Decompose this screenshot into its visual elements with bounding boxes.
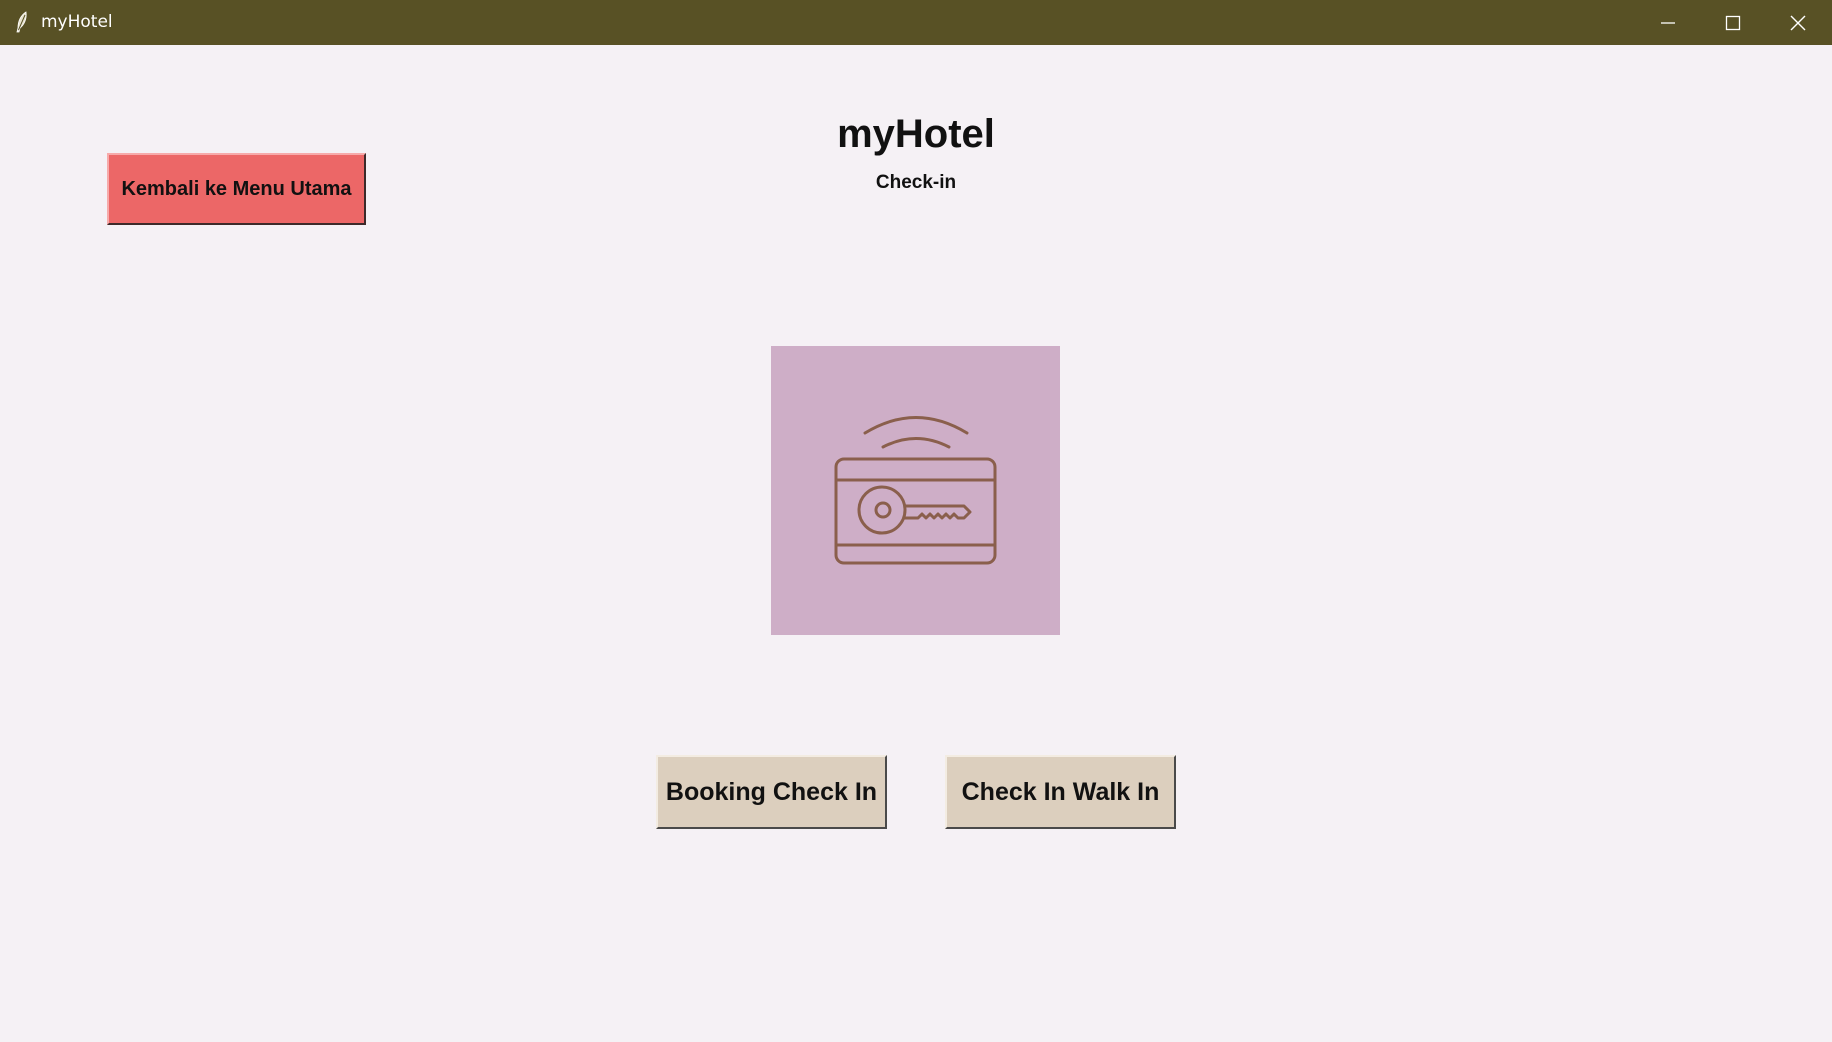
- walk-in-check-in-button[interactable]: Check In Walk In: [945, 755, 1176, 829]
- check-in-illustration: [771, 346, 1060, 635]
- page-subtitle: Check-in: [875, 172, 957, 193]
- maximize-icon: [1725, 15, 1741, 30]
- minimize-button[interactable]: [1636, 0, 1700, 45]
- booking-check-in-button[interactable]: Booking Check In: [656, 755, 887, 829]
- close-icon: [1790, 15, 1806, 30]
- minimize-icon: [1661, 21, 1675, 24]
- feather-icon: [16, 11, 27, 33]
- key-card-icon: [834, 416, 997, 565]
- page-title: myHotel: [837, 112, 995, 156]
- window-title: myHotel: [41, 12, 113, 32]
- maximize-button[interactable]: [1701, 0, 1765, 45]
- close-button[interactable]: [1766, 0, 1830, 45]
- window-titlebar[interactable]: myHotel: [0, 0, 1832, 45]
